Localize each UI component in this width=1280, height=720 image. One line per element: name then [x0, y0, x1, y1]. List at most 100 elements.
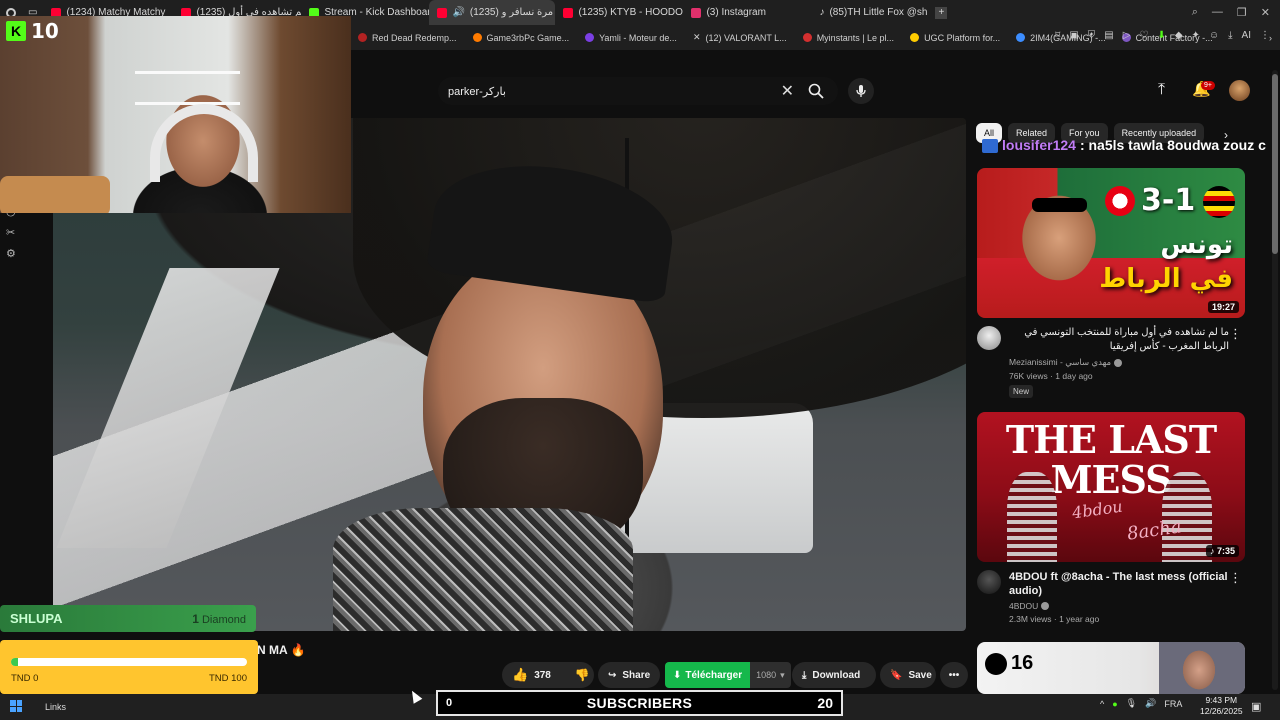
clear-search-icon[interactable]: ✕ — [781, 81, 794, 101]
settings-gear-icon[interactable]: ⚙ — [6, 247, 16, 260]
browser-tab[interactable]: ♪ (85)TH Little Fox @sh — [811, 0, 931, 25]
minimize-icon[interactable]: — — [1212, 6, 1223, 19]
bookmark-favicon-icon — [358, 33, 367, 42]
links-toolbar[interactable]: Links — [45, 702, 66, 712]
download-button[interactable]: ⤓ Download — [792, 662, 876, 688]
language-indicator[interactable]: FRA — [1164, 699, 1182, 709]
play-icon[interactable]: ▷ — [1123, 30, 1131, 41]
download-arrow-icon[interactable]: ⬇ — [1157, 30, 1165, 41]
thumbnail-arabic-text: تونس في الرباط — [1099, 230, 1233, 294]
ai-button[interactable]: AI — [1242, 30, 1251, 41]
recommendation-card[interactable]: 16 — [977, 642, 1245, 694]
heart-icon[interactable]: ♡ — [1139, 30, 1148, 41]
browser-tab[interactable]: (1235) KTYB - HOODOO — [555, 0, 683, 25]
windows-start-icon[interactable] — [10, 700, 22, 712]
like-count: 378 — [534, 669, 551, 681]
video-thumbnail[interactable]: 16 — [977, 642, 1245, 694]
save-button[interactable]: 🔖 Save — [880, 662, 936, 688]
bookmark-item[interactable]: UGC Platform for... — [902, 33, 1008, 43]
youtube-favicon-icon — [563, 7, 574, 18]
browser-tab[interactable]: (3) Instagram — [683, 0, 811, 25]
close-window-icon[interactable]: ✕ — [1261, 6, 1270, 19]
bookmark-favicon-icon — [472, 33, 482, 42]
page-scrollbar[interactable] — [1272, 70, 1278, 690]
puzzle-icon[interactable]: ✦ — [1192, 30, 1200, 41]
browser-menu-icon[interactable]: ⋮ — [1260, 30, 1270, 41]
tunisia-flag-icon — [1105, 186, 1135, 216]
bookmark-item[interactable]: Yamli - Moteur de... — [577, 33, 685, 43]
account-avatar[interactable] — [1229, 80, 1250, 101]
bookmark-icon: 🔖 — [890, 669, 903, 681]
goal-start-label: TND 0 — [11, 673, 39, 684]
video-title[interactable]: 4BDOU ft @8acha - The last mess (officia… — [1009, 570, 1229, 598]
new-tab-button[interactable]: + — [931, 0, 951, 25]
webcam-headset — [150, 104, 258, 182]
chat-message: : na5ls tawla 8oudwa zouz c — [1079, 137, 1266, 153]
channel-avatar[interactable] — [977, 570, 1001, 594]
scrollbar-thumb[interactable] — [1272, 74, 1278, 254]
subscribers-counter: 0 SUBSCRIBERS 20 — [436, 690, 843, 716]
channel-name-row: 4BDOU — [1009, 601, 1229, 611]
tiktok-favicon-icon: ♪ — [819, 7, 825, 18]
video-duration: 19:27 — [1207, 301, 1239, 313]
taskbar-clock[interactable]: 9:43 PM 12/26/2025 — [1200, 695, 1243, 717]
recommendation-card[interactable]: THE LAST MESS 4bdou 8acha ♪ 7:35 4BDOU f… — [977, 412, 1245, 624]
shield-icon[interactable]: ⛨ — [1088, 30, 1096, 41]
maximize-icon[interactable]: ❐ — [1237, 6, 1247, 19]
browser-tab-active[interactable]: 🔊(1235) أول مرة نسافر و — [429, 0, 556, 25]
search-tabs-icon[interactable]: ⌕ — [1192, 6, 1198, 19]
verified-icon — [1041, 602, 1050, 610]
search-query: parker-باركر — [448, 85, 506, 98]
notification-center-icon[interactable]: ▣ — [1251, 700, 1261, 713]
chat-username: lousifer124 — [1002, 137, 1076, 153]
speaker-icon[interactable]: 🔊 — [452, 7, 464, 18]
volume-icon[interactable]: 🔊 — [1145, 698, 1156, 709]
video-thumbnail[interactable]: THE LAST MESS 4bdou 8acha ♪ 7:35 — [977, 412, 1245, 562]
dislike-button[interactable]: 👎 — [575, 668, 590, 682]
uganda-flag-icon — [1203, 186, 1235, 218]
tray-expand-icon[interactable]: ^ — [1100, 699, 1104, 709]
like-dislike-group: 👍 378 👎 — [502, 662, 594, 688]
thumbnail-webcam — [1159, 642, 1245, 694]
bookmark-item[interactable]: ✕ (12) VALORANT L... — [685, 32, 795, 43]
tray-app-icon[interactable]: ● — [1112, 699, 1117, 709]
bookmark-item[interactable]: Red Dead Redemp... — [350, 33, 465, 43]
extension-icon[interactable]: ▤ — [1104, 30, 1113, 41]
telecharger-button[interactable]: ⬇ Télécharger — [665, 662, 751, 688]
search-input[interactable]: parker-باركر ✕ — [438, 77, 838, 105]
clip-icon[interactable]: ✂ — [6, 226, 16, 239]
subscribers-label: SUBSCRIBERS — [586, 695, 693, 711]
chat-badge-icon — [982, 139, 998, 153]
search-button[interactable] — [802, 77, 830, 105]
upload-icon[interactable]: ⤒ — [1158, 81, 1165, 99]
share-button[interactable]: ↪ Share — [598, 662, 660, 688]
more-actions-button[interactable]: ••• — [940, 662, 968, 688]
instagram-favicon-icon — [691, 7, 702, 18]
more-actions-icon[interactable]: ⋮ — [1229, 570, 1242, 586]
bookmark-icon[interactable]: ⌑ — [1055, 30, 1060, 41]
microphone-icon — [856, 85, 866, 97]
more-actions-icon[interactable]: ⋮ — [1229, 326, 1242, 342]
video-title[interactable]: ما لم تشاهده في أول مباراة للمنتخب التون… — [1009, 326, 1229, 354]
profile-icon[interactable]: ☺ — [1209, 30, 1219, 41]
extension-toolbar: ⌑ ▣ ⛨ ▤ ▷ ♡ ⬇ ◆ ✦ ☺ ⤓ AI ⋮ — [1055, 30, 1270, 41]
quality-select[interactable]: 1080 ▾ — [750, 662, 791, 688]
gem-icon[interactable]: ◆ — [1175, 30, 1183, 41]
goal-end-label: TND 100 — [208, 673, 247, 684]
left-rail: ◷ ✂ ⚙ — [6, 205, 16, 260]
video-thumbnail[interactable]: 3-1 تونس في الرباط 19:27 — [977, 168, 1245, 318]
bookmark-item[interactable]: Myinstants | Le pl... — [795, 33, 902, 43]
channel-avatar[interactable] — [977, 326, 1001, 350]
voice-search-button[interactable] — [848, 78, 874, 104]
screenshot-icon[interactable]: ▣ — [1069, 30, 1078, 41]
new-badge: New — [1009, 385, 1034, 398]
channel-name[interactable]: Mezianissimi - مهدي ساسي — [1009, 357, 1111, 368]
bookmark-item[interactable]: Game3rbPc Game... — [465, 33, 578, 43]
recommendation-card[interactable]: 3-1 تونس في الرباط 19:27 ما لم تشاهده في… — [977, 168, 1245, 399]
download-icon[interactable]: ⤓ — [1228, 30, 1232, 41]
microphone-tray-icon[interactable]: 🎙 — [1126, 698, 1137, 709]
goal-progress-fill — [11, 658, 19, 666]
like-button[interactable]: 👍 378 — [512, 667, 551, 683]
channel-name[interactable]: 4BDOU — [1009, 601, 1038, 611]
clock-time: 9:43 PM — [1205, 695, 1238, 705]
